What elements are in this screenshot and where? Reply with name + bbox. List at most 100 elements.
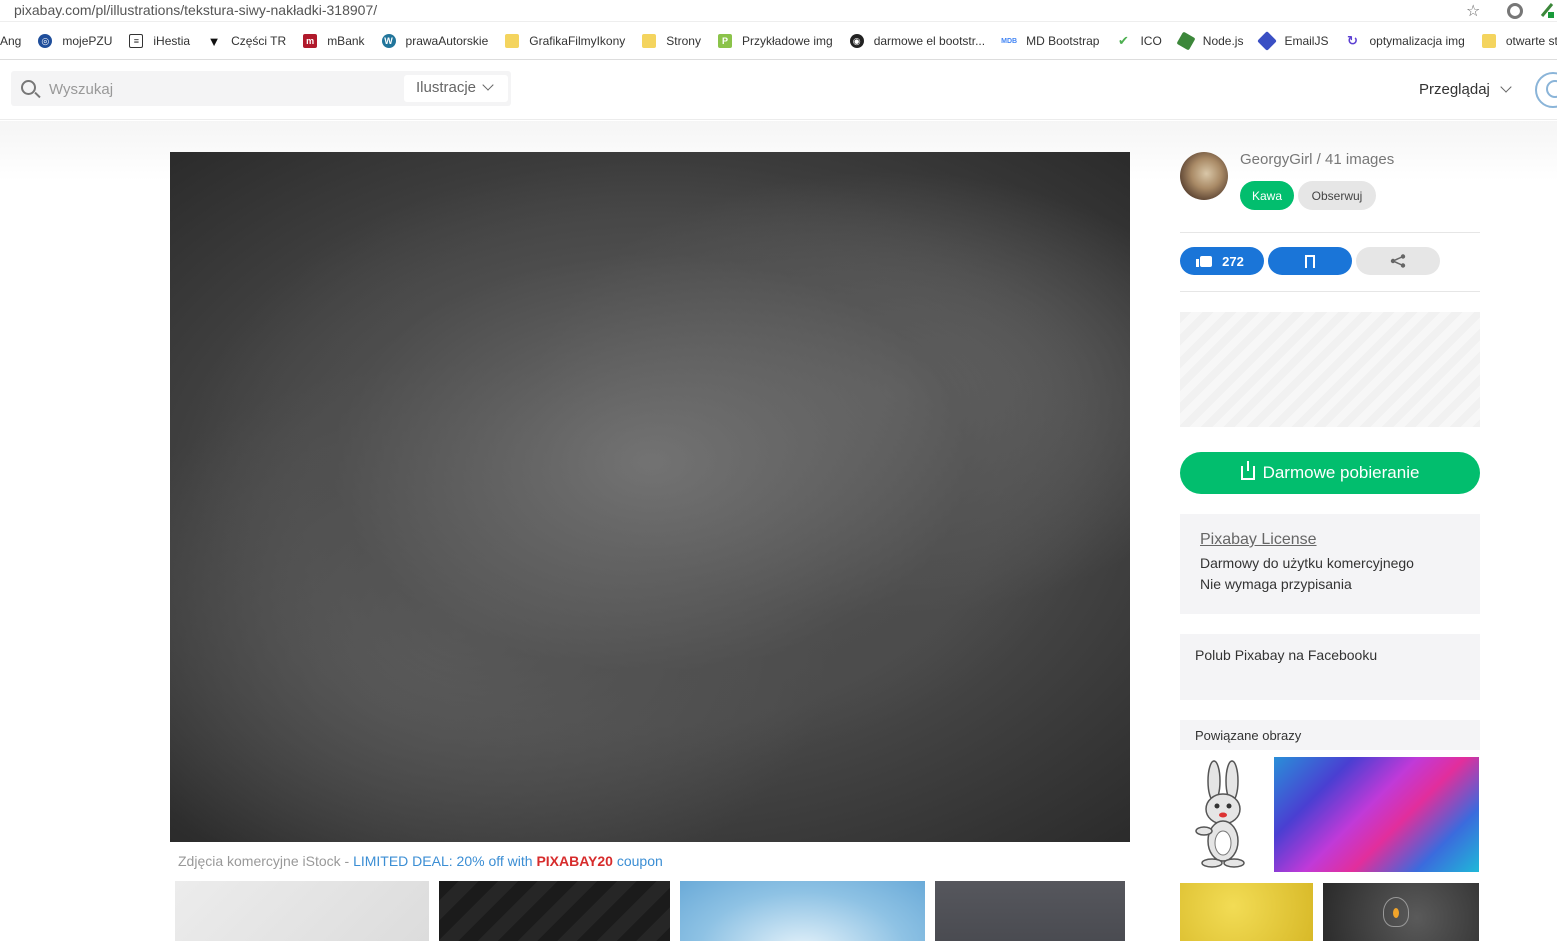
search-bar: Ilustracje xyxy=(11,71,511,106)
bookmark-label: optymalizacja img xyxy=(1369,34,1465,48)
bookmark-label: Części TR xyxy=(231,34,287,48)
download-label: Darmowe pobieranie xyxy=(1262,463,1420,482)
bookmark-przykladowe-img[interactable]: P Przykładowe img xyxy=(717,31,833,51)
free-download-button[interactable]: Darmowe pobieranie xyxy=(1180,452,1480,494)
deal-text: LIMITED DEAL: 20% off with xyxy=(353,853,537,869)
browser-url-bar[interactable]: pixabay.com/pl/illustrations/tekstura-si… xyxy=(0,0,1557,22)
thumbs-up-icon xyxy=(1196,255,1213,267)
bookmark-label: prawaAutorskie xyxy=(405,34,489,48)
bookmark-label: Ang xyxy=(0,34,22,48)
p-icon: P xyxy=(717,34,732,48)
bookmark-otwarte-strony[interactable]: otwarte strony xyxy=(1481,31,1557,51)
author-avatar[interactable] xyxy=(1180,152,1228,200)
istock-caption: Zdjęcia komercyjne iStock - LIMITED DEAL… xyxy=(178,853,663,869)
optimize-icon: ↻ xyxy=(1347,33,1358,48)
document-icon: ≡ xyxy=(129,34,144,48)
search-input[interactable] xyxy=(49,78,399,100)
bookmark-label: Przykładowe img xyxy=(741,34,833,48)
bookmark-grafikafilmyikony[interactable]: GrafikaFilmyIkony xyxy=(505,31,625,51)
license-line: Nie wymaga przypisania xyxy=(1200,576,1352,592)
bookmark-ang[interactable]: Ang xyxy=(0,31,21,51)
bookmark-icon xyxy=(1305,254,1315,269)
facebook-text: Polub Pixabay na Facebooku xyxy=(1195,647,1378,663)
folder-icon xyxy=(642,34,657,48)
bookmark-label: Strony xyxy=(666,34,701,48)
bookmark-emailjs[interactable]: EmailJS xyxy=(1257,31,1329,51)
url-text[interactable]: pixabay.com/pl/illustrations/tekstura-si… xyxy=(14,2,377,18)
search-type-dropdown[interactable]: Ilustracje xyxy=(404,75,508,102)
search-icon[interactable] xyxy=(21,80,36,95)
save-button[interactable] xyxy=(1268,247,1352,275)
like-button[interactable]: 272 xyxy=(1180,247,1264,275)
bookmark-label: mojePZU xyxy=(62,34,113,48)
wordpress-icon: W xyxy=(381,34,396,48)
istock-thumbnail[interactable] xyxy=(680,881,925,941)
github-icon: ◉ xyxy=(849,34,864,48)
bookmark-label: Node.js xyxy=(1202,34,1244,48)
bookmark-label: GrafikaFilmyIkony xyxy=(529,34,626,48)
bookmark-md-bootstrap[interactable]: MDB MD Bootstrap xyxy=(1001,31,1100,51)
bookmark-ihestia[interactable]: ≡ iHestia xyxy=(129,31,190,51)
divider xyxy=(1180,291,1480,292)
follow-button[interactable]: Obserwuj xyxy=(1298,181,1376,210)
search-type-label: Ilustracje xyxy=(416,79,477,96)
bookmark-strony[interactable]: Strony xyxy=(642,31,701,51)
bookmark-mojepzu[interactable]: ◎ mojePZU xyxy=(38,31,112,51)
mbank-icon: m xyxy=(303,34,318,48)
extension-pen-icon[interactable] xyxy=(1540,2,1554,18)
download-icon xyxy=(1240,461,1255,480)
bookmark-prawaautorskie[interactable]: WprawaAutorskie xyxy=(381,31,489,51)
lightbulb-illustration xyxy=(1383,897,1409,927)
related-image-polygon[interactable] xyxy=(1274,757,1479,872)
emailjs-icon xyxy=(1257,31,1278,51)
bookmark-label: MD Bootstrap xyxy=(1026,34,1100,48)
bookmark-optymalizacja-img[interactable]: ↻ optymalizacja img xyxy=(1345,31,1465,51)
bookmark-label: ICO xyxy=(1140,34,1162,48)
site-header: Ilustracje Przeglądaj xyxy=(0,60,1557,120)
related-image-bunny[interactable] xyxy=(1180,757,1266,872)
chevron-down-icon xyxy=(1500,81,1512,93)
bookmark-star-icon[interactable]: ☆ xyxy=(1466,1,1480,21)
facebook-box: Polub Pixabay na Facebooku xyxy=(1180,634,1480,700)
pzu-icon: ◎ xyxy=(38,34,53,48)
bunny-illustration xyxy=(1195,760,1245,868)
istock-thumbnail[interactable] xyxy=(935,881,1125,941)
coffee-button[interactable]: Kawa xyxy=(1240,181,1294,210)
folder-icon xyxy=(1481,34,1496,48)
bookmark-label: EmailJS xyxy=(1284,34,1329,48)
bookmark-czesci-tr[interactable]: ▼ Części TR xyxy=(207,31,287,51)
coupon-code: PIXABAY20 xyxy=(536,853,613,869)
related-image-lightbulb[interactable] xyxy=(1323,883,1479,941)
license-box: Pixabay License Darmowy do użytku komerc… xyxy=(1180,514,1480,614)
nodejs-icon xyxy=(1176,31,1196,51)
share-button[interactable] xyxy=(1356,247,1440,275)
license-line: Darmowy do użytku komercyjnego xyxy=(1200,555,1414,571)
istock-thumbnail[interactable] xyxy=(439,881,670,941)
bookmark-mbank[interactable]: m mBank xyxy=(303,31,365,51)
browse-menu[interactable]: Przeglądaj xyxy=(1419,81,1512,98)
extension-gear-icon[interactable] xyxy=(1507,3,1523,19)
bookmarks-bar: Ang ◎ mojePZU ≡ iHestia ▼ Części TR m mBank … xyxy=(0,28,1557,54)
deal-suffix: coupon xyxy=(612,853,663,869)
related-image-yellow-texture[interactable] xyxy=(1180,883,1313,941)
related-images-header: Powiązane obrazy xyxy=(1180,720,1480,750)
like-count: 272 xyxy=(1222,253,1244,269)
bookmark-label: darmowe el bootstr... xyxy=(873,34,986,48)
main-image[interactable] xyxy=(170,152,1130,842)
deal-link[interactable]: LIMITED DEAL: 20% off with PIXABAY20 cou… xyxy=(353,853,663,869)
bookmark-nodejs[interactable]: Node.js xyxy=(1176,31,1244,51)
tr-logo-icon: ▼ xyxy=(207,33,221,49)
chevron-down-icon xyxy=(482,79,494,91)
ico-icon: ✔ xyxy=(1117,33,1129,48)
istock-thumbnail[interactable] xyxy=(175,881,429,941)
related-title: Powiązane obrazy xyxy=(1195,728,1302,743)
author-name[interactable]: GeorgyGirl / 41 images xyxy=(1240,151,1394,168)
bookmark-darmowe-el-bootstrap[interactable]: ◉ darmowe el bootstr... xyxy=(849,31,986,51)
license-link[interactable]: Pixabay License xyxy=(1200,531,1480,549)
user-avatar[interactable] xyxy=(1535,72,1557,108)
bookmark-ico[interactable]: ✔ ICO xyxy=(1116,31,1162,51)
browse-label: Przeglądaj xyxy=(1419,81,1490,98)
share-icon xyxy=(1390,254,1406,268)
caption-prefix: Zdjęcia komercyjne iStock - xyxy=(178,853,354,869)
divider xyxy=(1180,232,1480,233)
